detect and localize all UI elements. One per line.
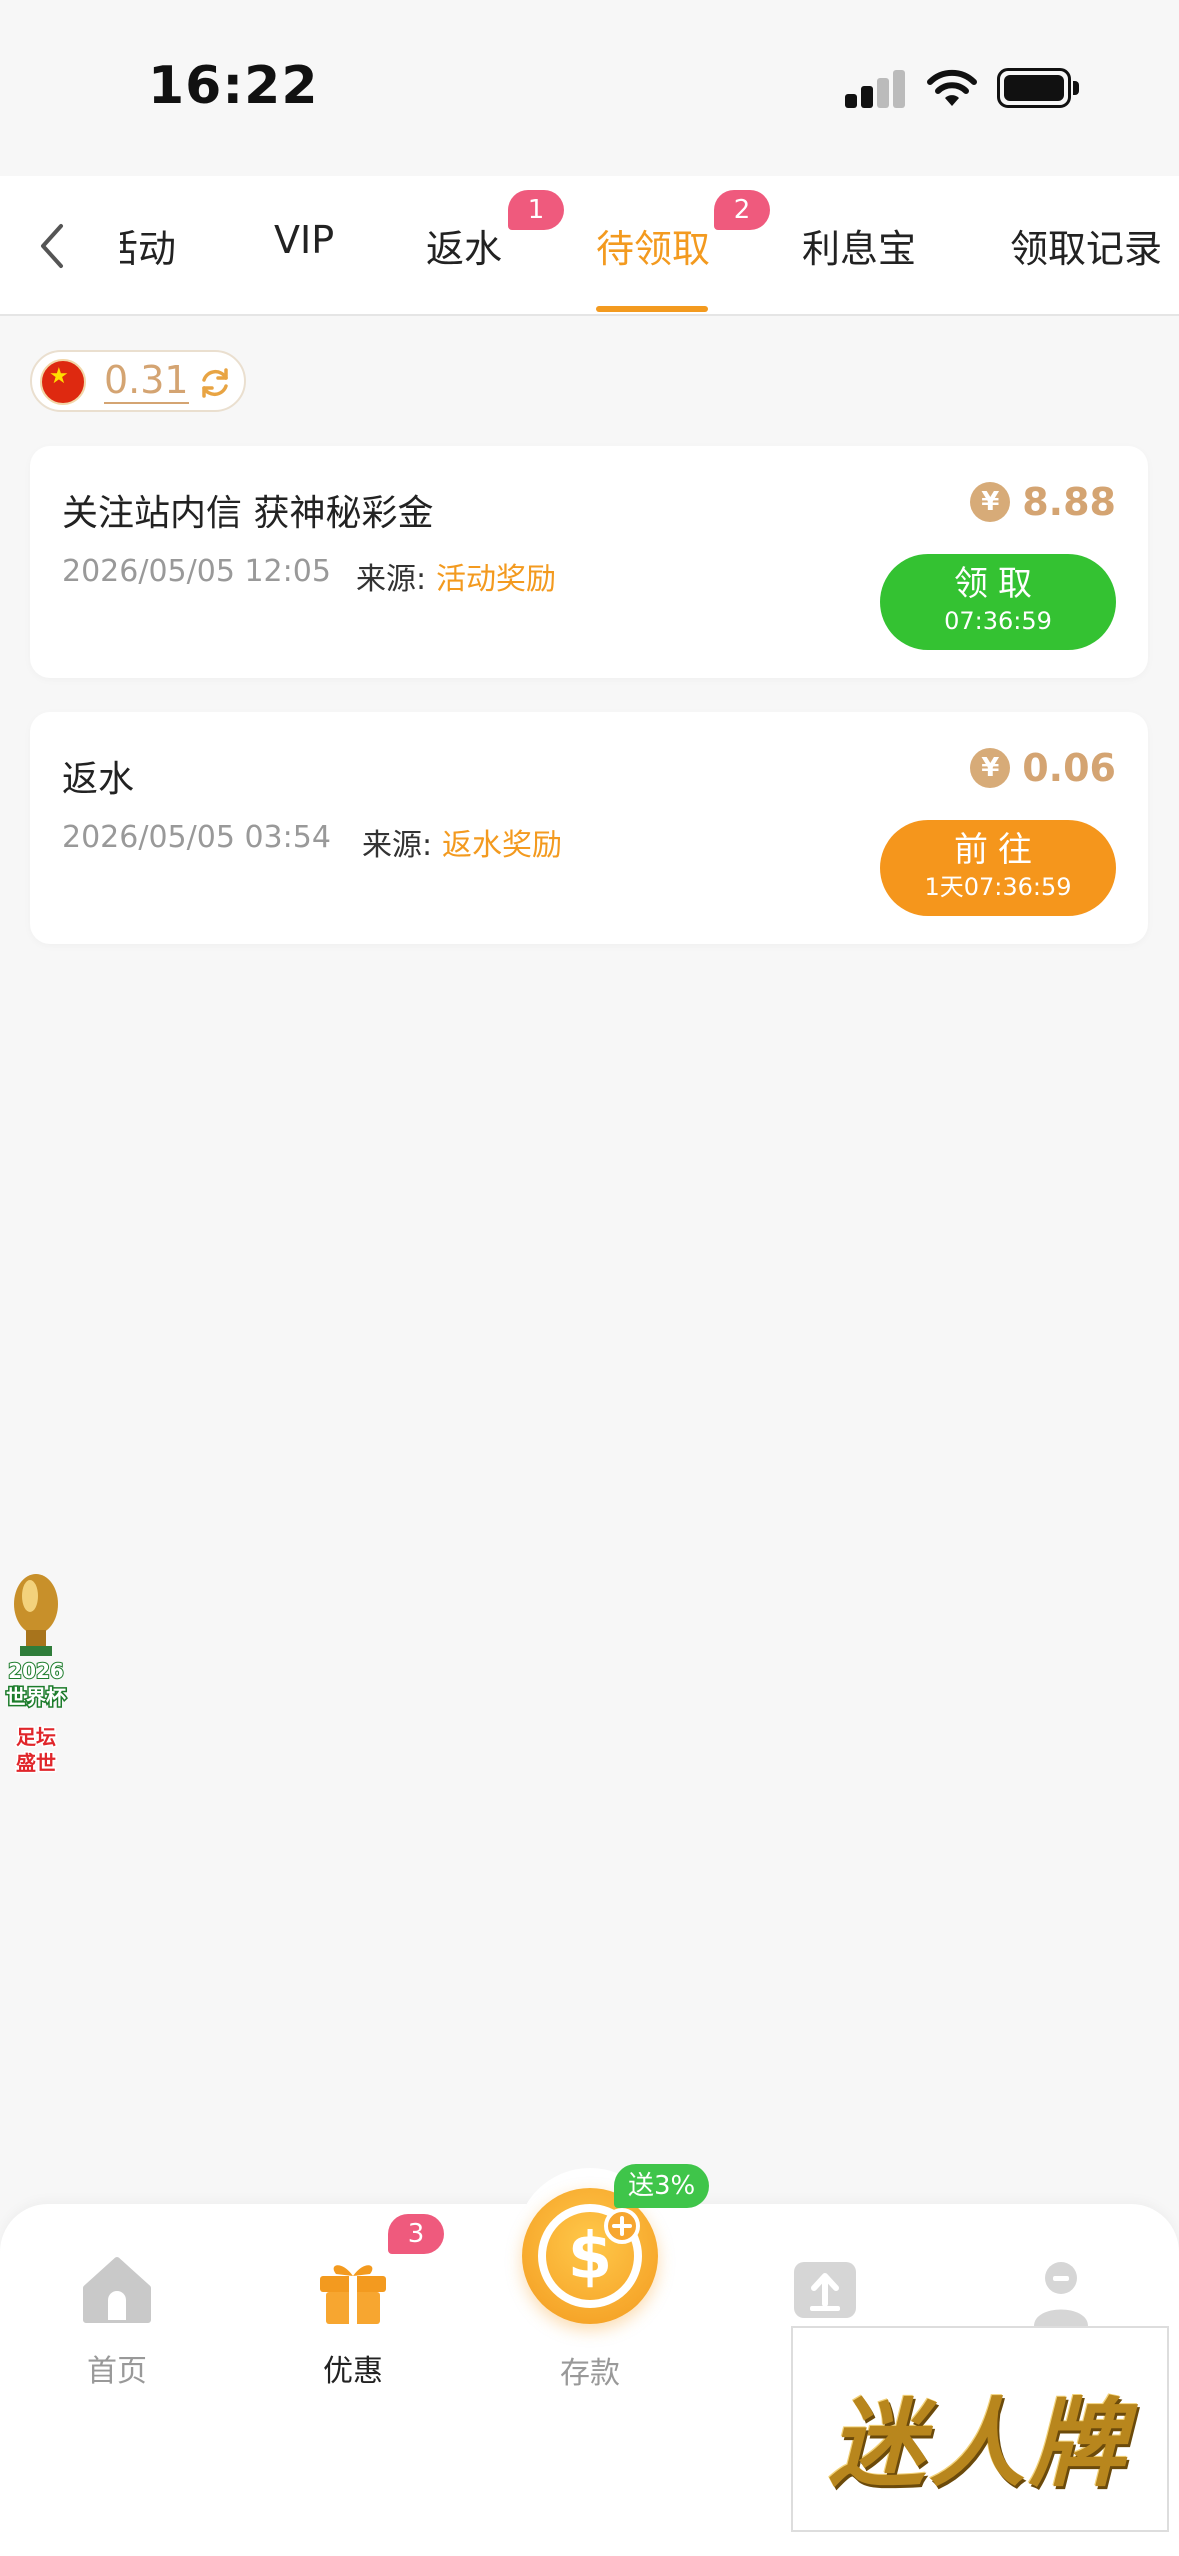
go-button[interactable]: 前往 1天07:36:59 [880,820,1116,916]
reward-title: 关注站内信 获神秘彩金 [62,493,434,534]
reward-card: 关注站内信 获神秘彩金 2026/05/05 12:05 来源: 活动奖励 ¥ … [30,446,1148,678]
back-button[interactable] [30,216,74,276]
gift-icon [320,2265,386,2324]
reward-amount-value: 8.88 [1022,480,1116,524]
reward-amount: ¥ 0.06 [970,746,1116,790]
tab-clip: 活动 [120,176,180,316]
go-countdown: 1天07:36:59 [924,873,1072,901]
chevron-left-icon [41,224,63,268]
refresh-icon[interactable] [198,366,232,400]
balance-chip[interactable]: ★ 0.31 [30,350,246,412]
tab-rebate-badge: 1 [508,190,564,230]
reward-source: 返水奖励 [442,828,562,863]
claim-button-label: 领取 [954,564,1042,604]
status-time: 16:22 [148,56,319,116]
status-bar: 16:22 [0,0,1179,176]
reward-amount-value: 0.06 [1022,746,1116,790]
world-cup-line4: 盛世 [16,1751,56,1775]
deposit-label: 存款 [560,2356,620,2391]
reward-source-label: 来源: [362,828,433,863]
go-button-label: 前往 [954,830,1042,870]
bottom-tab-profile[interactable] [986,2252,1136,2334]
tab-claim-history[interactable]: 领取记录 [1010,218,1162,274]
dollar-coin-icon: $ [538,2204,642,2308]
reward-title: 返水 [62,759,135,800]
world-cup-promo-badge[interactable]: 2026 世界杯 足坛 盛世 [0,1570,72,1810]
yen-coin-icon: ¥ [970,482,1011,522]
tab-interest[interactable]: 利息宝 [802,218,916,274]
bottom-tab-withdraw[interactable] [750,2252,900,2334]
bottom-tab-promo-label: 优惠 [323,2354,383,2389]
world-cup-line3: 足坛 [16,1725,56,1749]
home-icon [83,2257,151,2323]
deposit-button[interactable]: $ [522,2188,658,2324]
trophy-icon [14,1574,58,1656]
world-cup-year: 2026 [8,1659,64,1683]
reward-date: 2026/05/05 12:05 [62,554,331,589]
yen-coin-icon: ¥ [970,748,1011,788]
reward-source-label: 来源: [356,562,427,597]
promo-count-badge: 3 [388,2214,444,2254]
bottom-tab-home-label: 首页 [87,2354,147,2389]
claim-button[interactable]: 领取 07:36:59 [880,554,1116,650]
watermark-logo: 迷人牌 [791,2326,1169,2532]
withdraw-icon [794,2262,856,2318]
active-tab-indicator [596,306,708,312]
category-tab-bar: 活动 VIP 返水 1 待领取 2 利息宝 领取记录 [0,176,1179,316]
tab-rebate[interactable]: 返水 [426,218,502,274]
watermark-text: 迷人牌 [829,2388,1129,2500]
reward-source: 活动奖励 [436,562,556,597]
china-flag-icon: ★ [40,359,86,405]
balance-value: 0.31 [104,358,189,404]
rewards-page: 16:22 活动 VIP 返水 1 待领取 2 [0,0,1179,2556]
world-cup-title: 世界杯 [6,1685,66,1709]
bottom-tab-promo[interactable]: 优惠 [278,2250,428,2390]
bottom-tab-home[interactable]: 首页 [42,2250,192,2390]
reward-amount: ¥ 8.88 [970,480,1116,524]
reward-card: 返水 2026/05/05 03:54 来源: 返水奖励 ¥ 0.06 前往 1… [30,712,1148,944]
wifi-icon [927,69,977,106]
claim-countdown: 07:36:59 [944,607,1052,635]
battery-icon [997,68,1079,108]
tab-pending-badge: 2 [714,190,770,230]
tab-pending-claim[interactable]: 待领取 [596,218,710,274]
profile-icon [1034,2262,1088,2326]
tab-vip[interactable]: VIP [274,218,334,274]
deposit-bonus-badge: 送3% [614,2164,710,2208]
reward-date: 2026/05/05 03:54 [62,820,331,855]
tab-activity[interactable]: 活动 [120,218,176,274]
cellular-signal-icon [845,68,907,108]
